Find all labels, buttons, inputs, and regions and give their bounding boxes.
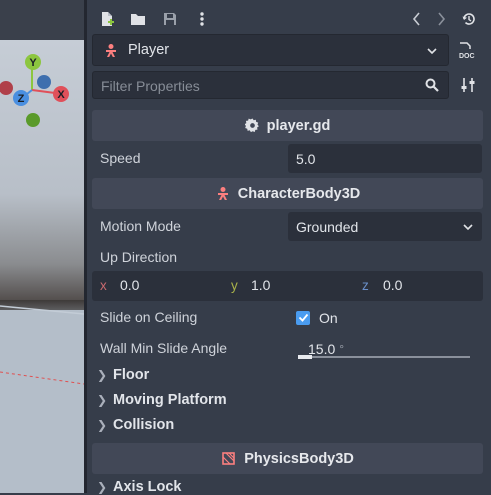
gizmo-x-label: X	[57, 89, 65, 101]
script-section-header[interactable]: player.gd	[92, 110, 483, 141]
group-collision-label: Collision	[113, 417, 175, 433]
open-icon[interactable]	[128, 9, 148, 29]
inspector-panel: Player DOC player.gd Speed 5.0 Character…	[87, 0, 491, 495]
motion-mode-dropdown[interactable]: Grounded	[288, 212, 482, 241]
gizmo-y-label: Y	[29, 57, 37, 69]
view-gizmo[interactable]: Y X Z	[0, 0, 84, 140]
character-body-icon	[217, 186, 228, 200]
wall-min-slide-angle-unit: °	[339, 341, 345, 356]
characterbody3d-section-title: CharacterBody3D	[237, 185, 361, 202]
more-icon[interactable]	[192, 9, 212, 29]
chevron-right-icon: ❯	[97, 418, 108, 432]
checkbox-checked-icon	[296, 310, 310, 325]
slider-track[interactable]	[298, 356, 470, 358]
up-direction-vector: x 0.0 y 1.0 z 0.0	[92, 271, 483, 301]
up-direction-z-axis: z	[362, 278, 369, 293]
up-direction-x-field[interactable]: 0.0	[120, 277, 139, 293]
history-back-icon[interactable]	[407, 9, 427, 29]
script-section-title: player.gd	[266, 117, 331, 134]
slider-fill	[298, 355, 312, 359]
3d-viewport[interactable]: Y X Z	[0, 0, 84, 493]
physicsbody3d-section-header[interactable]: PhysicsBody3D	[92, 443, 483, 474]
physics-body-icon	[222, 451, 235, 465]
group-floor[interactable]: ❯ Floor	[97, 367, 149, 383]
up-direction-x-axis: x	[100, 278, 107, 293]
up-direction-label: Up Direction	[100, 249, 178, 265]
new-script-icon[interactable]	[97, 9, 117, 29]
node-name: Player	[128, 42, 170, 58]
slide-on-ceiling-value: On	[319, 309, 338, 326]
motion-mode-value: Grounded	[296, 218, 359, 235]
svg-text:DOC: DOC	[459, 53, 475, 59]
physicsbody3d-section-title: PhysicsBody3D	[244, 450, 354, 467]
search-icon	[425, 78, 439, 92]
floor-grid	[0, 305, 84, 385]
history-forward-icon[interactable]	[431, 9, 451, 29]
group-moving-platform-label: Moving Platform	[113, 392, 227, 408]
inspector-toolbar	[87, 0, 491, 36]
chevron-right-icon: ❯	[97, 480, 108, 494]
chevron-down-icon	[427, 48, 437, 55]
chevron-right-icon: ❯	[97, 368, 108, 382]
speed-field[interactable]: 5.0	[288, 144, 482, 173]
speed-value: 5.0	[296, 150, 316, 167]
gizmo-z-label: Z	[18, 93, 25, 105]
recent-history-icon[interactable]	[459, 9, 479, 29]
chevron-down-icon	[463, 224, 473, 231]
characterbody3d-section-header[interactable]: CharacterBody3D	[92, 178, 483, 209]
gear-icon	[244, 118, 259, 133]
slide-on-ceiling-checkbox[interactable]: On	[288, 303, 482, 332]
up-direction-y-field[interactable]: 1.0	[251, 277, 270, 293]
up-direction-y-axis: y	[231, 278, 238, 293]
chevron-right-icon: ❯	[97, 393, 108, 407]
node-selector[interactable]: Player	[92, 34, 449, 66]
motion-mode-label: Motion Mode	[100, 218, 181, 234]
group-collision[interactable]: ❯ Collision	[97, 417, 174, 433]
speed-label: Speed	[100, 150, 141, 166]
save-icon[interactable]	[160, 9, 180, 29]
inspector-options-icon[interactable]	[458, 75, 478, 95]
wall-min-slide-angle-slider[interactable]: 15.0 °	[288, 334, 482, 363]
open-documentation-icon[interactable]: DOC	[457, 40, 477, 60]
wall-min-slide-angle-value: 15.0	[308, 340, 336, 357]
group-floor-label: Floor	[113, 367, 150, 383]
filter-properties-input[interactable]	[93, 72, 423, 100]
wall-min-slide-angle-label: Wall Min Slide Angle	[100, 340, 228, 356]
character-body-icon	[106, 44, 116, 57]
group-moving-platform[interactable]: ❯ Moving Platform	[97, 392, 227, 408]
filter-properties-field[interactable]	[92, 71, 449, 100]
up-direction-z-field[interactable]: 0.0	[383, 277, 402, 293]
slide-on-ceiling-label: Slide on Ceiling	[100, 309, 198, 325]
